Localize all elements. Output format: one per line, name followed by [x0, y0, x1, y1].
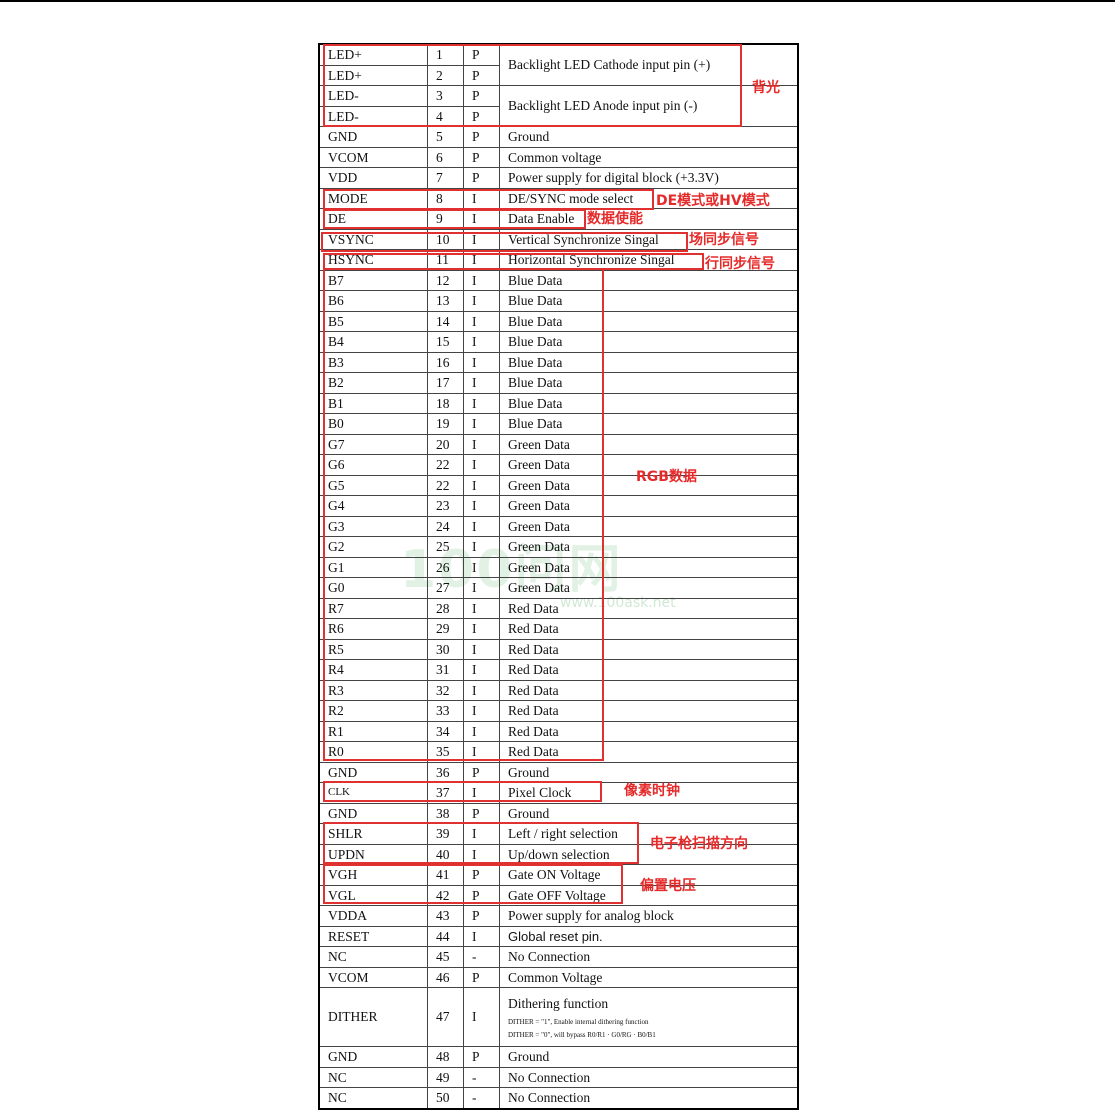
pin-symbol: GND	[318, 802, 428, 824]
pin-io-type: P	[463, 146, 500, 168]
pin-io-type: I	[463, 987, 500, 1047]
pin-description: Ground	[499, 126, 799, 148]
annotation-hsync: 行同步信号	[705, 256, 775, 272]
dither-line-1: DITHER = "1", Enable internal dithering …	[508, 1018, 649, 1026]
pin-number: 46	[427, 966, 464, 988]
pin-symbol: VDDA	[318, 905, 428, 927]
scan-direction-highlight-box	[323, 822, 639, 864]
pin-description: Dithering function DITHER = "1", Enable i…	[499, 987, 799, 1047]
annotation-bias-voltage: 偏置电压	[640, 878, 696, 894]
annotation-mode: DE模式或HV模式	[656, 193, 770, 209]
table-row: VCOM 46 P Common Voltage	[318, 966, 799, 988]
pin-io-type: I	[463, 925, 500, 947]
pin-symbol: VCOM	[318, 966, 428, 988]
table-row: NC 45- No Connection	[318, 946, 799, 968]
pin-symbol: RESET	[318, 925, 428, 947]
vsync-highlight-box	[321, 232, 688, 252]
table-row: VCOM 6 P Common voltage	[318, 146, 799, 168]
pin-description: No Connection	[499, 946, 799, 968]
pin-io-type: -	[463, 946, 500, 968]
pin-number: 43	[427, 905, 464, 927]
pin-number: 45	[427, 946, 464, 968]
table-row: GND 38 P Ground	[318, 802, 799, 824]
pin-symbol: GND	[318, 761, 428, 783]
pin-io-type: -	[463, 1066, 500, 1088]
pin-io-type: P	[463, 1046, 500, 1068]
pin-description: Common voltage	[499, 146, 799, 168]
dither-line-2: DITHER = "0", will bypass R0/R1 · G0/RG …	[508, 1031, 656, 1039]
pin-description: No Connection	[499, 1087, 799, 1109]
pin-number: 36	[427, 761, 464, 783]
pin-description: Ground	[499, 761, 799, 783]
dither-title: Dithering function	[508, 996, 609, 1011]
pin-number: 7	[427, 167, 464, 189]
pin-number: 44	[427, 925, 464, 947]
pin-io-type: -	[463, 1087, 500, 1109]
bias-voltage-highlight-box	[323, 864, 623, 904]
pin-description: No Connection	[499, 1066, 799, 1088]
pin-symbol: NC	[318, 1087, 428, 1109]
pin-description: Global reset pin.	[499, 925, 799, 947]
pin-io-type: P	[463, 167, 500, 189]
pin-description: Power supply for analog block	[499, 905, 799, 927]
pin-io-type: P	[463, 905, 500, 927]
table-row: VDDA 43 P Power supply for analog block	[318, 905, 799, 927]
pin-number: 50	[427, 1087, 464, 1109]
pin-number: 38	[427, 802, 464, 824]
de-highlight-box	[323, 209, 586, 229]
annotation-scan-direction: 电子枪扫描方向	[650, 836, 748, 852]
pin-io-type: P	[463, 802, 500, 824]
pin-symbol: DITHER	[318, 987, 428, 1047]
table-row: NC 49- No Connection	[318, 1066, 799, 1088]
table-row: GND 36 P Ground	[318, 761, 799, 783]
table-row: VDD 7 P Power supply for digital block (+3.…	[318, 167, 799, 189]
pin-description: Power supply for digital block (+3.3V)	[499, 167, 799, 189]
pin-symbol: VDD	[318, 167, 428, 189]
table-row: GND 5 P Ground	[318, 126, 799, 148]
pin-symbol: GND	[318, 1046, 428, 1068]
pixel-clock-highlight-box	[323, 781, 602, 802]
pin-io-type: P	[463, 761, 500, 783]
table-row: RESET 44 I Global reset pin.	[318, 925, 799, 947]
annotation-vsync: 场同步信号	[689, 232, 759, 248]
annotation-pixel-clock: 像素时钟	[624, 783, 680, 799]
pin-symbol: VCOM	[318, 146, 428, 168]
pin-description: Ground	[499, 802, 799, 824]
pin-number: 49	[427, 1066, 464, 1088]
rgb-data-highlight-box	[323, 268, 604, 761]
pin-description: Ground	[499, 1046, 799, 1068]
pin-number: 5	[427, 126, 464, 148]
pin-symbol: GND	[318, 126, 428, 148]
backlight-highlight-box	[323, 44, 742, 127]
pin-symbol: NC	[318, 1066, 428, 1088]
pin-description: Common Voltage	[499, 966, 799, 988]
mode-highlight-box	[323, 189, 654, 210]
table-row: DITHER 47 I Dithering function DITHER = "1",…	[318, 987, 799, 1047]
top-border-line	[0, 0, 1115, 2]
annotation-backlight: 背光	[752, 80, 780, 96]
pin-symbol: NC	[318, 946, 428, 968]
pin-number: 48	[427, 1046, 464, 1068]
pin-number: 47	[427, 987, 464, 1047]
pin-io-type: P	[463, 126, 500, 148]
pin-number: 6	[427, 146, 464, 168]
pin-io-type: P	[463, 966, 500, 988]
table-row: GND 48 P Ground	[318, 1046, 799, 1068]
annotation-rgb-data: RGB数据	[636, 469, 697, 485]
annotation-data-enable: 数据使能	[587, 211, 643, 227]
table-row: NC 50- No Connection	[318, 1087, 799, 1109]
